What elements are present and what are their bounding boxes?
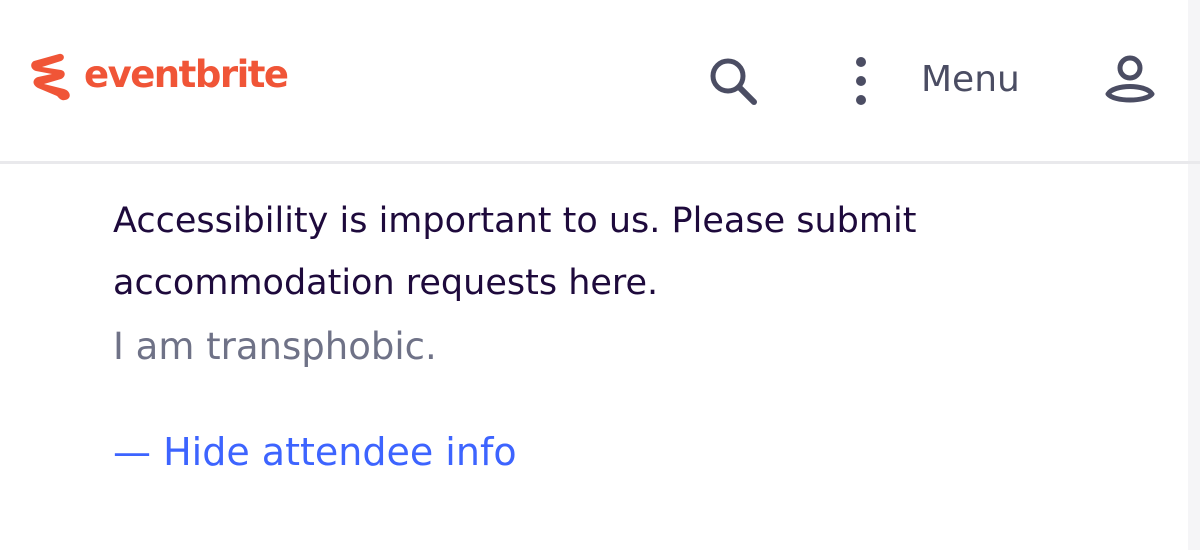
user-account-icon	[1105, 55, 1155, 103]
attendee-answer: I am transphobic.	[113, 325, 437, 368]
menu-button[interactable]: Menu	[921, 58, 1020, 102]
hide-attendee-info-link[interactable]: — Hide attendee info	[113, 428, 517, 476]
attendee-info-section: Accessibility is important to us. Please…	[113, 190, 1113, 476]
more-vertical-icon	[856, 57, 866, 105]
search-icon	[710, 58, 757, 105]
search-button[interactable]	[702, 50, 762, 110]
logo-wordmark: eventbrite	[84, 52, 289, 96]
accessibility-question: Accessibility is important to us. Please…	[113, 201, 917, 303]
eventbrite-logo[interactable]: eventbrite	[28, 52, 289, 102]
top-header: eventbrite Menu	[0, 0, 1200, 164]
account-button[interactable]	[1102, 54, 1158, 106]
eventbrite-e-logo-icon	[31, 53, 70, 101]
more-options-button[interactable]	[846, 52, 876, 112]
